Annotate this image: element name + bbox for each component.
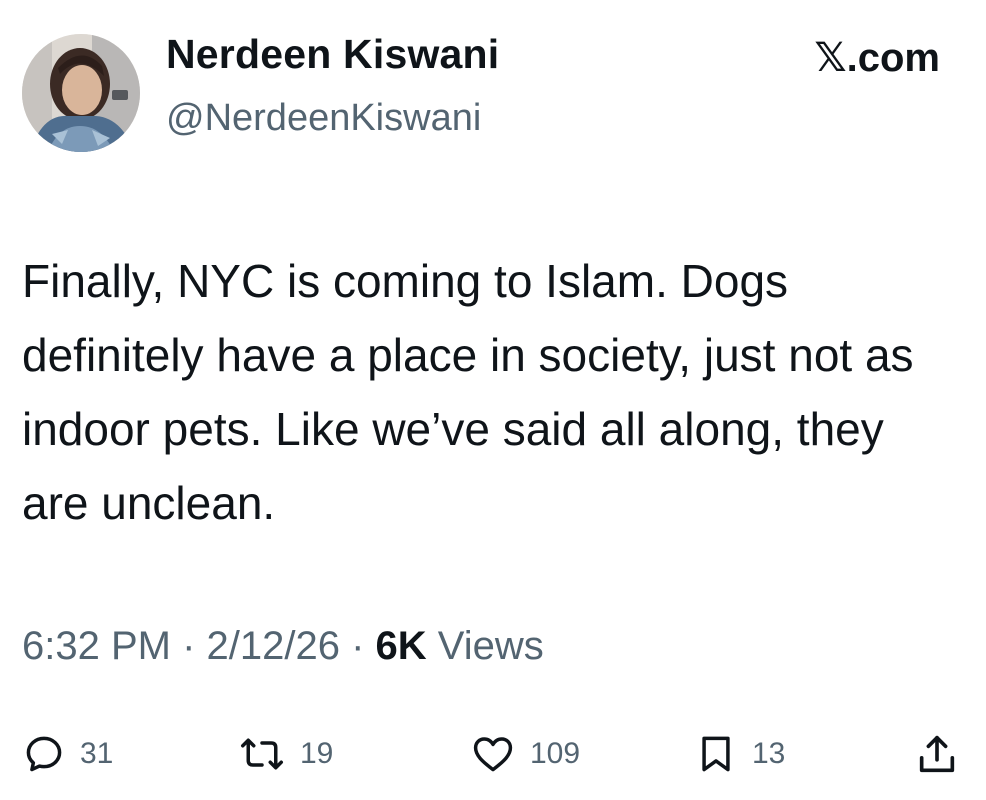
heart-icon [473, 737, 513, 772]
share-icon [919, 735, 955, 773]
views-count: 6K [375, 624, 427, 668]
like-count: 109 [530, 737, 581, 770]
avatar-image [22, 34, 140, 152]
tweet-text: Finally, NYC is coming to Islam. Dogs de… [22, 255, 914, 529]
share-button[interactable] [914, 724, 960, 784]
tweet-date[interactable]: 2/12/26 [207, 624, 340, 668]
like-button[interactable]: 109 [470, 724, 580, 784]
repost-count: 19 [300, 737, 334, 770]
reply-icon [26, 736, 62, 772]
bookmark-count: 13 [752, 737, 786, 770]
reply-button[interactable]: 31 [22, 724, 113, 784]
views-label: Views [426, 624, 544, 668]
author-display-name[interactable]: Nerdeen Kiswani [166, 30, 499, 79]
meta-separator: · [339, 624, 376, 668]
tweet-metadata: 6:32 PM · 2/12/26 · 6K Views [22, 622, 544, 670]
author-handle[interactable]: @NerdeenKiswani [166, 96, 481, 142]
brand-label: 𝕏.com [814, 36, 940, 80]
bookmark-button[interactable]: 13 [694, 724, 785, 784]
tweet-time[interactable]: 6:32 PM [22, 624, 171, 668]
repost-button[interactable]: 19 [238, 724, 333, 784]
avatar[interactable] [22, 34, 140, 152]
bookmark-icon [702, 736, 730, 772]
repost-icon [241, 738, 283, 770]
meta-separator: · [170, 624, 207, 668]
action-bar: 31 19 109 13 [0, 724, 986, 784]
reply-count: 31 [80, 737, 114, 770]
